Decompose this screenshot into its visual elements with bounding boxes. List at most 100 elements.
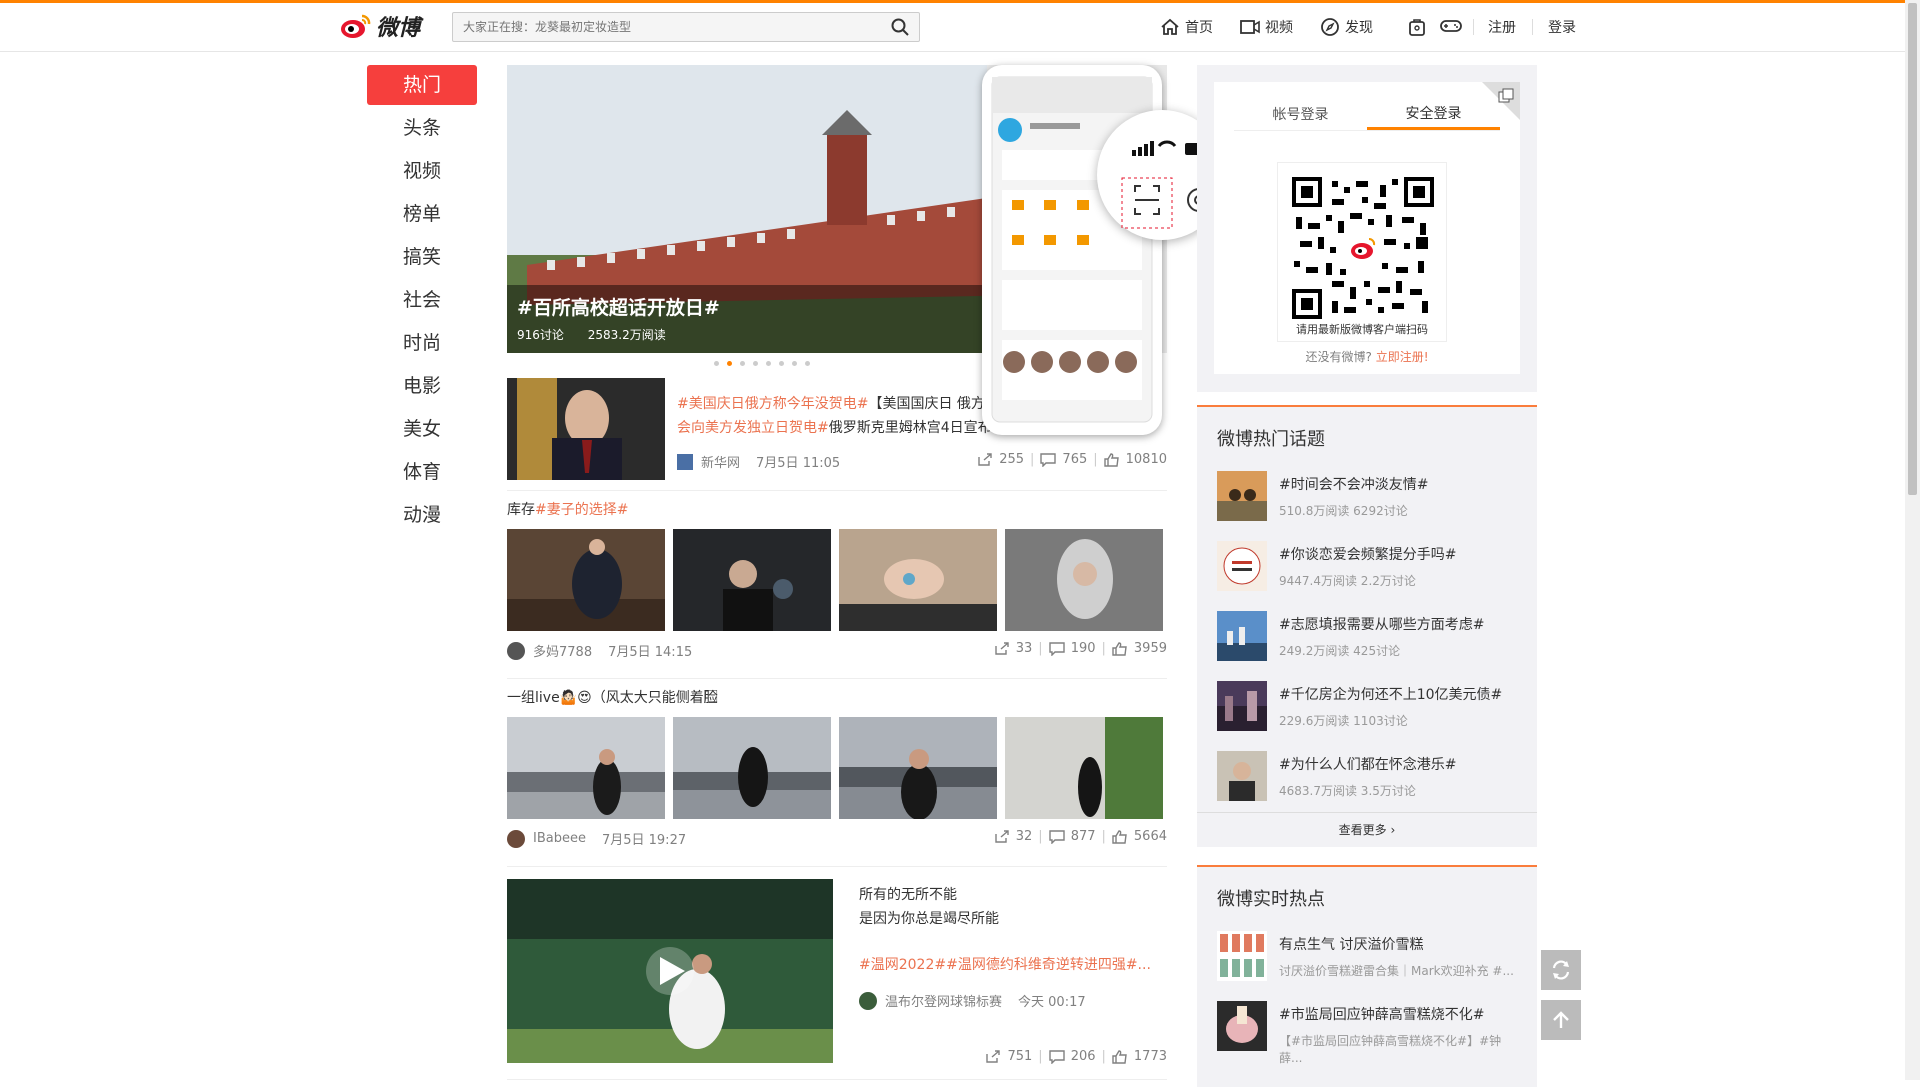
qr-caption: 请用最新版微博客户端扫码 xyxy=(1296,323,1428,336)
tab-secure-login[interactable]: 安全登录 xyxy=(1367,100,1500,130)
carousel-dot[interactable] xyxy=(740,361,745,366)
nav-home[interactable]: 首页 xyxy=(1160,17,1213,37)
nav-game[interactable] xyxy=(1440,17,1462,35)
like-icon[interactable] xyxy=(1112,641,1128,656)
hot-topic-item[interactable]: #为什么人们都在怀念港乐# 4683.7万阅读 3.5万讨论 xyxy=(1197,741,1537,811)
feed-post-video[interactable]: 所有的无所不能 是因为你总是竭尽所能 #温网2022##温网德约科维奇逆转进四强… xyxy=(507,879,1167,1080)
post-topic-link[interactable]: #妻子的选择# xyxy=(535,502,628,518)
realtime-title: 微博实时热点 xyxy=(1217,889,1325,910)
like-count: 1773 xyxy=(1133,1049,1167,1064)
carousel-dot-active[interactable] xyxy=(727,361,732,366)
nav-video-label: 视频 xyxy=(1265,20,1293,36)
back-to-top-button[interactable] xyxy=(1541,1000,1581,1040)
post-image[interactable] xyxy=(507,529,665,631)
realtime-image xyxy=(1217,931,1267,981)
nav-discover[interactable]: 发现 xyxy=(1320,17,1373,37)
feed-post[interactable]: 一组live🤷🏻😍（风太大只能侧着脸⃞ IBabeee 7月5日 19:27 3… xyxy=(507,679,1167,867)
like-count: 3959 xyxy=(1133,641,1167,656)
post-time: 7月5日 11:05 xyxy=(756,456,841,471)
post-topic-link-2[interactable]: 会向美方发独立日贺电# xyxy=(677,420,829,436)
sidebar-item-headline[interactable]: 头条 xyxy=(367,108,477,151)
search-input[interactable] xyxy=(453,13,893,41)
carousel-dot[interactable] xyxy=(766,361,771,366)
qr-code xyxy=(1292,177,1434,319)
nav-bag[interactable] xyxy=(1408,17,1426,37)
search-box[interactable] xyxy=(452,12,920,42)
post-image[interactable] xyxy=(1005,717,1163,819)
hot-topic-item[interactable]: #你谈恋爱会频繁提分手吗# 9447.4万阅读 2.2万讨论 xyxy=(1197,531,1537,601)
author-avatar[interactable] xyxy=(507,641,525,660)
hot-topics-title: 微博热门话题 xyxy=(1217,429,1325,450)
post-text-prefix: 库存 xyxy=(507,502,535,518)
sidebar-item-ranking[interactable]: 榜单 xyxy=(367,194,477,237)
login-link[interactable]: 登录 xyxy=(1548,17,1576,37)
comment-icon[interactable] xyxy=(1048,829,1065,844)
post-image[interactable] xyxy=(839,717,997,819)
pc-login-switch-icon[interactable] xyxy=(1498,88,1514,104)
video-post-tags[interactable]: #温网2022##温网德约科维奇逆转进四强#... xyxy=(859,953,1151,977)
register-link[interactable]: 注册 xyxy=(1488,17,1516,37)
post-topic-link[interactable]: #美国庆日俄方称今年没贺电# xyxy=(677,396,868,412)
scrollbar-thumb[interactable] xyxy=(1908,3,1917,495)
post-image[interactable] xyxy=(839,529,997,631)
post-image[interactable] xyxy=(673,529,831,631)
realtime-item[interactable]: #市监局回应钟薛高雪糕烧不化# 【#市监局回应钟薛高雪糕烧不化#】#钟薛... xyxy=(1197,991,1537,1076)
comment-icon[interactable] xyxy=(1048,1049,1065,1064)
comment-icon[interactable] xyxy=(1048,641,1065,656)
hot-topic-item[interactable]: #千亿房企为何还不上10亿美元债# 229.6万阅读 1103讨论 xyxy=(1197,671,1537,741)
sidebar-item-sports[interactable]: 体育 xyxy=(367,452,477,495)
video-post-line1: 所有的无所不能 xyxy=(859,887,957,903)
share-icon[interactable] xyxy=(994,829,1010,844)
carousel-dot[interactable] xyxy=(714,361,719,366)
like-icon[interactable] xyxy=(1103,452,1120,467)
sidebar-item-video[interactable]: 视频 xyxy=(367,151,477,194)
search-icon[interactable] xyxy=(891,18,909,36)
banner-caption: #百所高校超话开放日# 916讨论 2583.2万阅读 xyxy=(517,293,720,343)
realtime-item-desc: 讨厌溢价雪糕避雷合集｜Mark欢迎补充 #... xyxy=(1279,964,1514,978)
login-panel: 帐号登录 安全登录 请用最新版微博客户端扫码 还没有微博? 立即注册! xyxy=(1197,65,1537,392)
feed-post[interactable]: 库存#妻子的选择# 多妈7788 7月5日 14:15 33 | 190 | 395… xyxy=(507,491,1167,679)
login-tabs: 帐号登录 安全登录 xyxy=(1234,100,1500,131)
post-image[interactable] xyxy=(673,717,831,819)
nav-video[interactable]: 视频 xyxy=(1240,17,1293,37)
register-now-link[interactable]: 立即注册! xyxy=(1376,350,1429,364)
post-author[interactable]: 新华网 xyxy=(701,452,740,471)
sidebar-item-society[interactable]: 社会 xyxy=(367,280,477,323)
author-avatar[interactable] xyxy=(507,829,525,848)
author-avatar[interactable] xyxy=(677,453,693,470)
comment-icon[interactable] xyxy=(1040,452,1057,467)
share-icon[interactable] xyxy=(977,452,993,467)
share-icon[interactable] xyxy=(994,641,1010,656)
refresh-button[interactable] xyxy=(1541,950,1581,990)
tab-account-login[interactable]: 帐号登录 xyxy=(1234,100,1367,130)
banner-reads: 2583.2万阅读 xyxy=(587,328,666,342)
sidebar-item-beauty[interactable]: 美女 xyxy=(367,409,477,452)
video-thumbnail[interactable] xyxy=(507,879,833,1063)
post-image[interactable] xyxy=(1005,529,1163,631)
sidebar-item-hot[interactable]: 热门 xyxy=(367,65,477,105)
carousel-dot[interactable] xyxy=(805,361,810,366)
weibo-logo[interactable]: 微博 xyxy=(340,10,420,42)
sidebar-item-anime[interactable]: 动漫 xyxy=(367,495,477,538)
post-meta: 新华网 7月5日 11:05 xyxy=(677,452,840,471)
post-author[interactable]: 多妈7788 xyxy=(533,641,592,660)
carousel-dot[interactable] xyxy=(779,361,784,366)
post-time: 今天 00:17 xyxy=(1018,995,1086,1010)
hot-topic-item[interactable]: #志愿填报需要从哪些方面考虑# 249.2万阅读 425讨论 xyxy=(1197,601,1537,671)
sidebar-item-funny[interactable]: 搞笑 xyxy=(367,237,477,280)
post-image[interactable] xyxy=(507,717,665,819)
page-scrollbar[interactable] xyxy=(1905,0,1920,1080)
carousel-dot[interactable] xyxy=(792,361,797,366)
post-author[interactable]: 温布尔登网球锦标赛 xyxy=(885,991,1002,1010)
post-time: 7月5日 19:27 xyxy=(601,833,687,848)
hot-topics-more[interactable]: 查看更多 › xyxy=(1197,812,1537,847)
like-icon[interactable] xyxy=(1112,829,1128,844)
like-icon[interactable] xyxy=(1112,1049,1128,1064)
realtime-item[interactable]: 有点生气 讨厌溢价雪糕 讨厌溢价雪糕避雷合集｜Mark欢迎补充 #... xyxy=(1197,921,1537,991)
author-avatar[interactable] xyxy=(859,991,877,1010)
share-icon[interactable] xyxy=(985,1049,1001,1064)
carousel-dot[interactable] xyxy=(753,361,758,366)
banner-title[interactable]: #百所高校超话开放日# xyxy=(517,293,720,320)
hot-topic-item[interactable]: #时间会不会冲淡友情# 510.8万阅读 6292讨论 xyxy=(1197,461,1537,531)
post-author[interactable]: IBabeee xyxy=(533,831,586,846)
